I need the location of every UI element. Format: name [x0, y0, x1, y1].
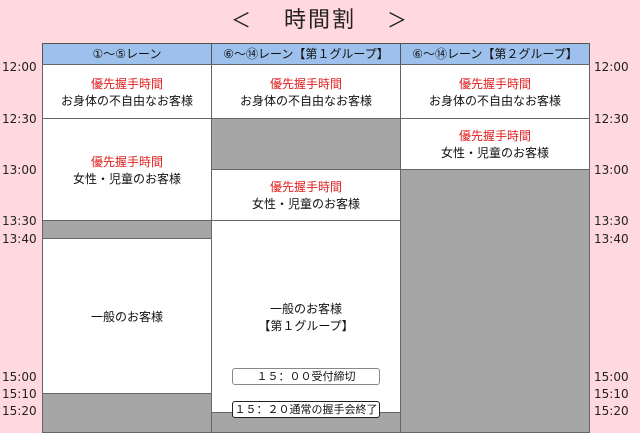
time-label: 13:00 [594, 163, 629, 177]
time-label: 13:30 [594, 214, 629, 228]
col1-break [42, 220, 212, 239]
priority-label: 優先握手時間 [458, 129, 531, 143]
priority-desc: 女性・児童のお客様 [251, 197, 360, 211]
time-label: 13:00 [2, 163, 37, 177]
time-label: 12:30 [594, 112, 629, 126]
header-group-1: ⑥〜⑭レーン【第１グループ】 [211, 43, 401, 65]
priority-label: 優先握手時間 [90, 77, 163, 91]
priority-label: 優先握手時間 [90, 154, 163, 169]
general-group: 【第１グループ】 [258, 318, 354, 333]
priority-desc: お身体の不自由なお客様 [60, 94, 193, 108]
priority-label: 優先握手時間 [458, 77, 531, 91]
priority-label: 優先握手時間 [269, 180, 342, 194]
time-label: 15:00 [594, 370, 629, 384]
col1-priority-women: 優先握手時間 女性・児童のお客様 [42, 118, 212, 221]
time-label: 13:40 [2, 232, 37, 246]
col1-general: 一般のお客様 [42, 238, 212, 394]
col2-priority-disabled: 優先握手時間 お身体の不自由なお客様 [211, 64, 401, 119]
time-label: 12:00 [594, 60, 629, 74]
prev-arrow[interactable]: ＜ [231, 8, 253, 32]
col3-priority-women: 優先握手時間 女性・児童のお客様 [400, 118, 590, 170]
time-label: 15:20 [594, 404, 629, 418]
priority-desc: 女性・児童のお客様 [440, 146, 549, 160]
priority-desc: お身体の不自由なお客様 [239, 94, 372, 108]
col1-closed [42, 393, 212, 433]
title-text: 時間割 [283, 8, 356, 33]
time-label: 15:20 [2, 404, 37, 418]
event-end-note: １５：２０通常の握手会終了 [232, 401, 380, 418]
time-label: 12:00 [2, 60, 37, 74]
next-arrow[interactable]: ＞ [387, 8, 409, 32]
col1-priority-disabled: 優先握手時間 お身体の不自由なお客様 [42, 64, 212, 119]
time-label: 12:30 [2, 112, 37, 126]
time-label: 15:10 [2, 387, 37, 401]
priority-label: 優先握手時間 [269, 77, 342, 91]
page-title: ＜ 時間割 ＞ [0, 2, 640, 34]
col3-closed [400, 169, 590, 433]
general-desc: 一般のお客様 [90, 309, 163, 324]
time-label: 15:10 [594, 387, 629, 401]
col2-priority-women: 優先握手時間 女性・児童のお客様 [211, 169, 401, 221]
time-label: 15:00 [2, 370, 37, 384]
priority-desc: 女性・児童のお客様 [72, 171, 181, 186]
general-desc: 一般のお客様 [269, 301, 342, 316]
schedule-grid: ①〜⑤レーン ⑥〜⑭レーン【第１グループ】 ⑥〜⑭レーン【第２グループ】 優先握… [42, 43, 590, 433]
col3-priority-disabled: 優先握手時間 お身体の不自由なお客様 [400, 64, 590, 119]
priority-desc: お身体の不自由なお客様 [428, 94, 561, 108]
reception-close-note: １５：００受付締切 [232, 368, 380, 385]
header-lanes-1-5: ①〜⑤レーン [42, 43, 212, 65]
col2-break [211, 118, 401, 170]
time-label: 13:30 [2, 214, 37, 228]
time-label: 13:40 [594, 232, 629, 246]
header-group-2: ⑥〜⑭レーン【第２グループ】 [400, 43, 590, 65]
